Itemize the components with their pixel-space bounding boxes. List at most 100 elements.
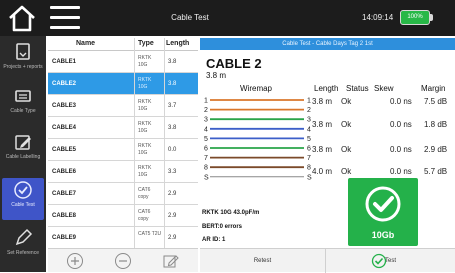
cable-info: RKTK 10G 43.0pF/m (202, 210, 260, 216)
pair-skew: 0.0 ns (390, 97, 412, 106)
menu-icon[interactable] (50, 6, 80, 30)
sidebar-item-projects[interactable]: Projects + reports (2, 40, 44, 82)
sidebar-item-label: Set Reference (7, 250, 39, 256)
pair-skew: 0.0 ns (390, 145, 412, 154)
wire-number: 5 (204, 136, 208, 143)
cable-name-cell: CABLE6 (52, 169, 77, 175)
table-row[interactable]: CABLE7 CAT6 copy 2.9 (48, 183, 198, 205)
cable-length-cell: 2.9 (168, 213, 177, 219)
list-header: Name Type Length (48, 38, 198, 51)
cable-type-cell: CAT5 T2U (138, 231, 162, 237)
detail-header: Cable Test - Cable Days Tag 2 1st (200, 38, 455, 50)
table-row[interactable]: CABLE3 RKTK 10G 3.7 (48, 95, 198, 117)
cable-name-cell: CABLE4 (52, 125, 77, 131)
cable-length-cell: 2.9 (168, 235, 177, 241)
cable-type-cell: RKTK 10G (138, 77, 152, 90)
cable-name-cell: CABLE2 (52, 81, 77, 87)
ar-id: AR ID: 1 (202, 237, 226, 243)
sidebar-item-label: Projects + reports (3, 64, 43, 70)
table-row[interactable]: CABLE4 RKTK 10G 3.8 (48, 117, 198, 139)
cable-name-cell: CABLE7 (52, 191, 77, 197)
column-header-name[interactable]: Name (76, 40, 95, 47)
column-header-status: Status (346, 84, 369, 93)
remove-icon[interactable] (114, 252, 132, 270)
clock: 14:09:14 (362, 13, 394, 22)
pass-speed: 10Gb (371, 230, 395, 240)
cable-type-cell: RKTK 10G (138, 143, 152, 156)
wire-number: 1 (307, 98, 311, 105)
cable-type-cell: RKTK 10G (138, 121, 152, 134)
table-row[interactable]: CABLE1 RKTK 10G 3.8 (48, 51, 198, 73)
cable-length-cell: 2.9 (168, 191, 177, 197)
top-bar: Cable Test 14:09:14 100% (0, 0, 455, 36)
edit-icon (15, 135, 31, 150)
wiremap-diagram: 1 12 23 34 45 56 67 78 8S S (204, 98, 312, 182)
column-header-length[interactable]: Length (166, 40, 189, 47)
pen-icon (15, 228, 33, 246)
cable-name-cell: CABLE5 (52, 147, 77, 153)
test-result-panel: CABLE 2 3.8 m Wiremap Length Status Skew… (200, 50, 455, 248)
cable-type-cell: RKTK 10G (138, 55, 152, 68)
pair-length: 3.8 m (312, 120, 333, 129)
wire-number: 6 (204, 146, 208, 153)
home-icon[interactable] (6, 3, 38, 33)
pair-status: Ok (341, 145, 352, 154)
cable-length-cell: 3.8 (168, 125, 177, 131)
pair-margin: 7.5 dB (424, 97, 448, 106)
projects-icon (16, 43, 30, 60)
wire-number: 6 (307, 146, 311, 153)
battery-tip (430, 14, 433, 21)
test-button-label: Test (385, 258, 397, 264)
cable-type-cell: CAT6 copy (138, 209, 151, 222)
table-row[interactable]: CABLE6 RKTK 10G 3.3 (48, 161, 198, 183)
table-row[interactable]: CABLE5 RKTK 10G 0.0 (48, 139, 198, 161)
test-button[interactable]: Test (327, 249, 455, 273)
cable-length-cell: 3.8 (168, 59, 177, 65)
battery-icon: 100% (400, 10, 430, 25)
sidebar: Projects + reports Cable Type Cable Labe… (0, 36, 46, 272)
table-row[interactable]: CABLE8 CAT6 copy 2.9 (48, 205, 198, 227)
column-header-type[interactable]: Type (138, 40, 154, 47)
cable-length-cell: 3.3 (168, 169, 177, 175)
cable-type-cell: RKTK 10G (138, 99, 152, 112)
sidebar-item-label: Cable Test (11, 202, 35, 208)
cable-length-cell: 3.7 (168, 103, 177, 109)
wire-number: 1 (204, 98, 208, 105)
sidebar-item-label: Cable Type (10, 108, 36, 114)
sidebar-item-cable-type[interactable]: Cable Type (2, 84, 44, 126)
pair-status: Ok (341, 167, 352, 176)
retest-button[interactable]: Retest (200, 249, 326, 273)
pair-skew: 0.0 ns (390, 167, 412, 176)
sidebar-item-label: Cable Labelling (5, 154, 41, 160)
cable-name: CABLE 2 (206, 56, 262, 71)
wire-number: 7 (204, 155, 208, 162)
pair-status: Ok (341, 120, 352, 129)
cable-rows: CABLE1 RKTK 10G 3.8 CABLE2 RKTK 10G 3.8 CABLE3… (48, 51, 198, 248)
edit-icon[interactable] (162, 252, 180, 270)
cable-type-cell: CAT6 copy (138, 187, 151, 200)
cable-length-cell: 0.0 (168, 147, 177, 153)
cable-name-cell: CABLE3 (52, 103, 77, 109)
sidebar-item-set-reference[interactable]: Set Reference (2, 226, 44, 268)
action-bar: Retest Test (200, 248, 455, 273)
wire-number: 2 (204, 107, 208, 114)
pair-status: Ok (341, 97, 352, 106)
column-divider (134, 38, 135, 248)
wire-number: S (204, 174, 209, 181)
table-row[interactable]: CABLE2 RKTK 10G 3.8 (48, 73, 198, 95)
cable-name-cell: CABLE8 (52, 213, 77, 219)
sidebar-item-cable-test[interactable]: Cable Test (2, 178, 44, 220)
page-title: Cable Test (171, 13, 209, 22)
pair-length: 3.8 m (312, 97, 333, 106)
sidebar-item-cable-labelling[interactable]: Cable Labelling (2, 130, 44, 172)
pair-length: 4.0 m (312, 167, 333, 176)
pair-margin: 2.9 dB (424, 145, 448, 154)
wiremap-label: Wiremap (240, 84, 273, 93)
column-header-skew: Skew (374, 84, 394, 93)
cable-type-cell: RKTK 10G (138, 165, 152, 178)
add-icon[interactable] (66, 252, 84, 270)
wire-number: 4 (307, 126, 311, 133)
check-icon (14, 181, 32, 199)
wire-number: 8 (204, 165, 208, 172)
table-row[interactable]: CABLE9 CAT5 T2U 2.9 (48, 227, 198, 248)
